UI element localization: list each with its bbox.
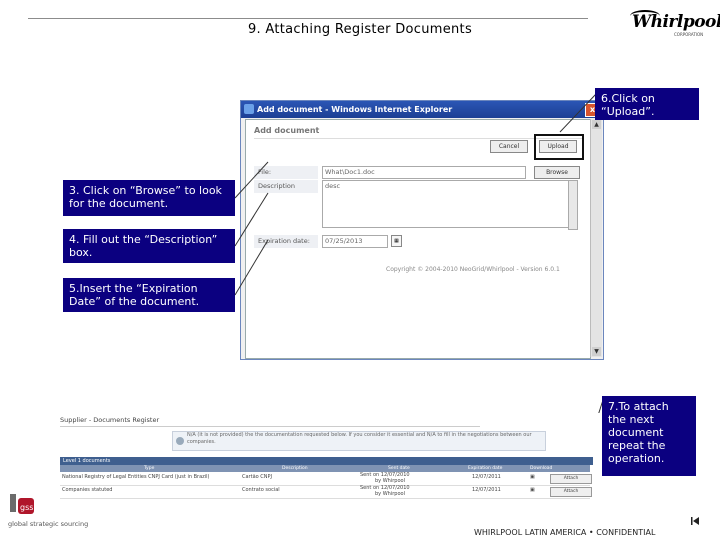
attach-button[interactable]: Attach [550, 487, 592, 497]
row-type: National Registry of Legal Entities CNPJ… [62, 474, 210, 480]
callout-step3: 3. Click on “Browse” to look for the doc… [63, 180, 235, 216]
row-expiration: 12/07/2011 [472, 487, 501, 493]
info-icon [176, 437, 184, 445]
notice-text: N/A (it is not provided) the the documen… [187, 432, 532, 445]
col-expiration-date: Expiration date [468, 466, 503, 471]
table-header: Type Description Sent date Expiration da… [60, 465, 590, 472]
level-heading: Level 1 documents [60, 457, 593, 465]
documents-register-panel: Supplier - Documents Register N/A (it is… [60, 413, 600, 503]
col-description: Description [282, 466, 308, 471]
connector-step6 [559, 93, 597, 133]
notice-box: N/A (it is not provided) the the documen… [172, 431, 546, 451]
gss-mark-icon: gss [10, 494, 34, 514]
row-description: Cartão CNPJ [242, 474, 273, 480]
first-slide-icon[interactable] [690, 516, 700, 526]
connector-step3 [234, 161, 269, 199]
row-sent-by: by Whirpool [375, 491, 405, 497]
callout-step5: 5.Insert the “Expiration Date” of the do… [63, 278, 235, 312]
gss-logo: gss global strategic sourcing [6, 492, 90, 532]
gss-tagline: global strategic sourcing [8, 520, 89, 528]
connector-step4 [234, 192, 269, 247]
connector-step5 [234, 239, 269, 296]
callout-step6: 6.Click on “Upload”. [595, 88, 699, 120]
table-row: National Registry of Legal Entities CNPJ… [60, 473, 592, 486]
row-expiration: 12/07/2011 [472, 474, 501, 480]
table-row: Companies statuted Contrato social Sent … [60, 486, 592, 499]
col-type: Type [144, 466, 155, 471]
callout-step4: 4. Fill out the “Description” box. [63, 229, 235, 263]
confidential-footer: WHIRLPOOL LATIN AMERICA • CONFIDENTIAL [474, 528, 656, 537]
register-title: Supplier - Documents Register [60, 416, 160, 424]
col-sent-date: Sent date [388, 466, 410, 471]
callout-step7: 7.To attach the next document repeat the… [602, 396, 696, 476]
register-divider [60, 426, 480, 427]
attach-button[interactable]: Attach [550, 474, 592, 484]
row-description: Contrato social [242, 487, 280, 493]
col-download: Download [530, 466, 553, 471]
download-icon[interactable]: ▣ [530, 488, 535, 493]
svg-text:gss: gss [20, 503, 33, 512]
row-sent-by: by Whirpool [375, 478, 405, 484]
download-icon[interactable]: ▣ [530, 475, 535, 480]
